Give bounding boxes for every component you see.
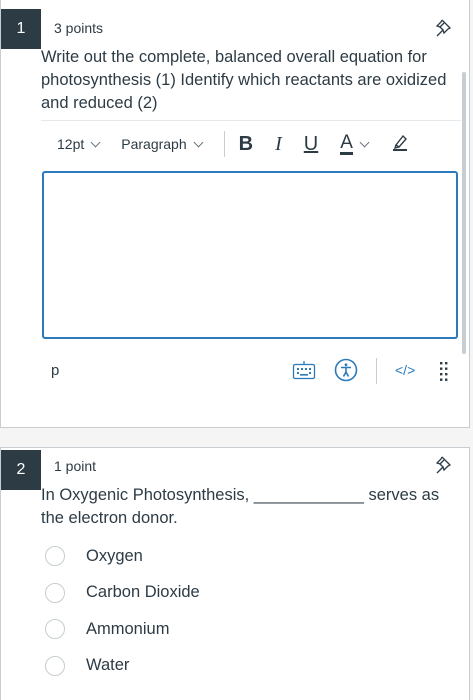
radio-button[interactable] xyxy=(45,582,65,603)
question-number-badge: 1 xyxy=(1,9,41,49)
font-size-dropdown[interactable]: 12pt xyxy=(57,136,101,152)
answer-option-carbon-dioxide[interactable]: Carbon Dioxide xyxy=(41,575,200,612)
answer-option-water[interactable]: Water xyxy=(41,648,200,685)
question-card-1: 1 3 points Write out the complete, balan… xyxy=(0,0,470,428)
status-divider xyxy=(376,358,377,384)
accessibility-icon[interactable] xyxy=(334,358,358,387)
block-format-value: Paragraph xyxy=(121,136,187,152)
question-text: In Oxygenic Photosynthesis, ____________… xyxy=(41,486,440,527)
radio-button[interactable] xyxy=(45,619,65,640)
question-number-badge: 2 xyxy=(1,450,41,490)
chevron-down-icon xyxy=(90,137,101,147)
answer-option-oxygen[interactable]: Oxygen xyxy=(41,538,200,575)
question-text: Write out the complete, balanced overall… xyxy=(41,48,447,112)
toolbar-divider xyxy=(223,131,225,157)
radio-button[interactable] xyxy=(45,546,65,567)
answer-label: Ammonium xyxy=(86,619,170,638)
highlighter-icon[interactable] xyxy=(390,132,410,157)
answer-label: Carbon Dioxide xyxy=(86,583,200,602)
question-points: 3 points xyxy=(54,20,104,36)
chevron-down-icon xyxy=(193,137,204,147)
text-color-button: A xyxy=(340,131,353,155)
underline-button[interactable]: U xyxy=(304,133,318,156)
radio-button[interactable] xyxy=(45,655,65,676)
chevron-down-icon xyxy=(359,137,370,147)
editor-status-bar: p </> xyxy=(41,356,461,386)
keyboard-icon[interactable] xyxy=(292,359,316,386)
code-view-icon[interactable]: </> xyxy=(395,362,415,378)
answer-option-ammonium[interactable]: Ammonium xyxy=(41,611,200,648)
pin-icon[interactable] xyxy=(433,454,453,474)
italic-button[interactable]: I xyxy=(275,133,282,156)
element-path[interactable]: p xyxy=(51,362,59,379)
text-color-dropdown[interactable]: A xyxy=(340,131,370,155)
answer-list: Oxygen Carbon Dioxide Ammonium Water xyxy=(41,538,200,684)
answer-label: Water xyxy=(86,656,130,675)
answer-label: Oxygen xyxy=(86,546,143,565)
block-format-dropdown[interactable]: Paragraph xyxy=(121,136,204,152)
pin-icon[interactable] xyxy=(433,17,453,37)
answer-editor[interactable] xyxy=(42,171,458,339)
question-points: 1 point xyxy=(54,458,97,474)
font-size-value: 12pt xyxy=(57,136,85,152)
scrollbar[interactable] xyxy=(462,72,466,354)
rich-text-toolbar: 12pt Paragraph B I U A xyxy=(41,120,461,167)
question-card-2: 2 1 point In Oxygenic Photosynthesis, __… xyxy=(0,447,470,700)
bold-button[interactable]: B xyxy=(239,133,253,156)
drag-handle-icon[interactable] xyxy=(439,360,449,389)
